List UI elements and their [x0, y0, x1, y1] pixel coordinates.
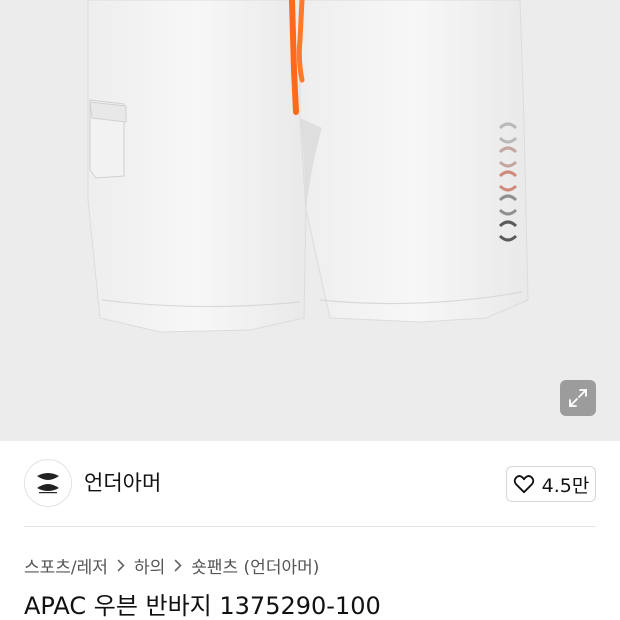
chevron-right-icon	[117, 559, 125, 572]
like-count: 4.5만	[541, 474, 590, 497]
brand-logo[interactable]	[24, 459, 72, 507]
product-photo-shorts	[87, 0, 529, 333]
heart-outline-icon	[513, 475, 534, 494]
chevron-right-icon	[174, 559, 182, 572]
product-title: APAC 우븐 반바지 1375290-100	[24, 592, 381, 620]
breadcrumb-item-sports[interactable]: 스포츠/레저	[24, 553, 108, 578]
breadcrumb-item-shorts[interactable]: 숏팬츠 (언더아머)	[191, 553, 319, 578]
brand-name[interactable]: 언더아머	[84, 469, 161, 497]
breadcrumb: 스포츠/레저 하의 숏팬츠 (언더아머)	[24, 552, 319, 578]
product-image[interactable]	[0, 0, 620, 441]
expand-image-button[interactable]	[560, 380, 596, 416]
breadcrumb-item-bottoms[interactable]: 하의	[134, 553, 165, 578]
under-armour-logo-icon	[37, 473, 59, 494]
like-button[interactable]: 4.5만	[506, 466, 596, 502]
divider	[24, 526, 596, 527]
brand-row: 언더아머 4.5만	[0, 441, 620, 526]
expand-arrows-icon	[569, 389, 587, 407]
